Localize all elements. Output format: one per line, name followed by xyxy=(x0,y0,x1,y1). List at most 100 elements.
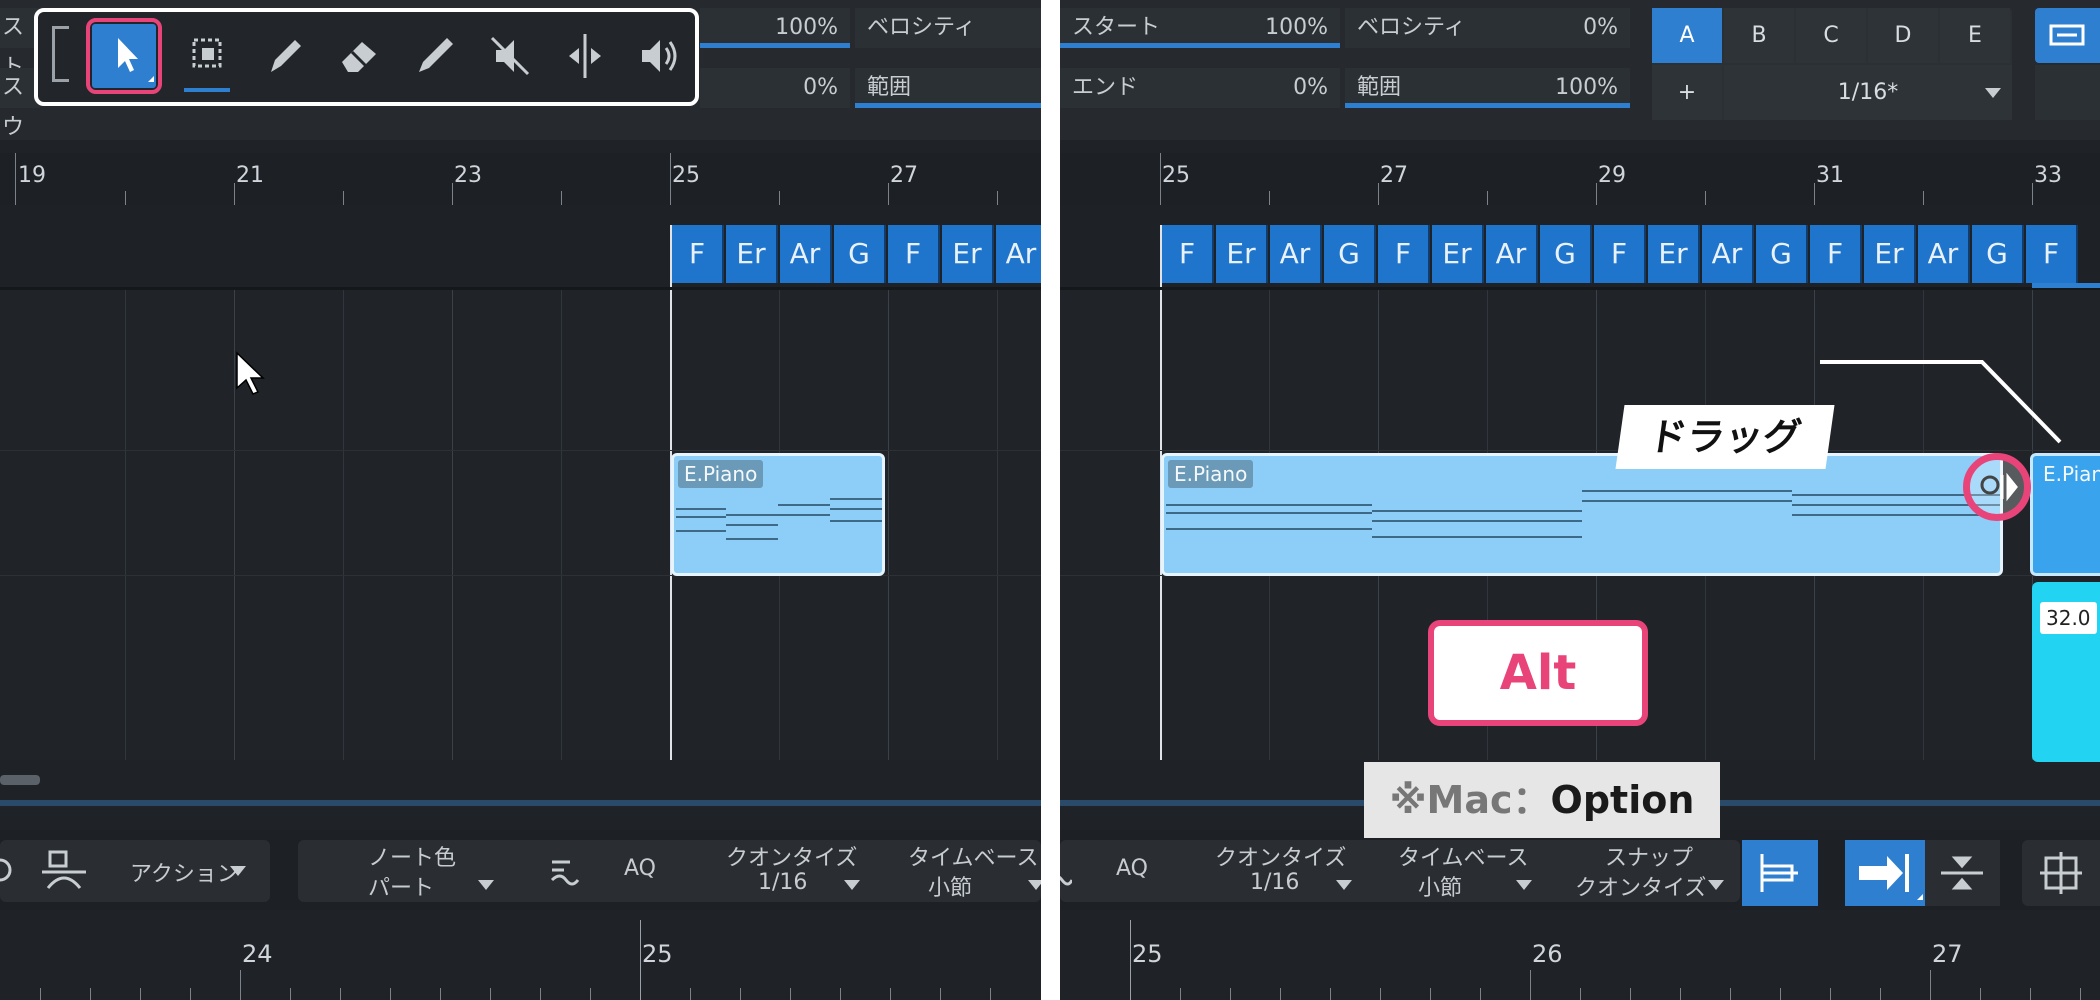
chord-selection-bar xyxy=(2032,283,2100,288)
preset-c-button[interactable]: C xyxy=(1796,8,1866,63)
quantize-value[interactable]: 1/16 xyxy=(758,870,807,895)
listen-tool-button[interactable] xyxy=(628,24,692,88)
grid-line xyxy=(125,290,126,760)
timeline-ruler[interactable]: 19 21 23 25 27 xyxy=(0,153,1041,206)
midi-note xyxy=(778,504,830,506)
range-field[interactable]: 範囲 100% xyxy=(1345,68,1630,108)
chord-block[interactable]: G xyxy=(1756,225,1808,283)
grid-line xyxy=(452,290,453,760)
chord-block[interactable]: Er xyxy=(1432,225,1484,283)
snap-events-button[interactable] xyxy=(1845,840,1925,906)
chord-block[interactable]: F xyxy=(2026,225,2078,283)
ruler-tick xyxy=(190,988,191,1000)
end-field[interactable]: エンド 0% xyxy=(1060,68,1340,108)
chord-block[interactable]: Er xyxy=(726,225,778,283)
humanize-icon[interactable] xyxy=(1060,854,1072,890)
swing-preset-group: A B C D E + 1/16* xyxy=(1652,8,2012,120)
chord-block[interactable]: G xyxy=(834,225,886,283)
horizontal-scrollbar[interactable] xyxy=(0,775,40,785)
chord-block[interactable]: F xyxy=(1162,225,1214,283)
audio-quantize-button[interactable]: AQ xyxy=(1116,856,1148,881)
arrow-tool-button[interactable] xyxy=(92,24,156,88)
piano-roll-ruler[interactable]: 25 26 27 xyxy=(1060,920,2100,1000)
fit-height-button[interactable] xyxy=(2035,65,2100,120)
chord-block[interactable]: F xyxy=(888,225,940,283)
chord-block[interactable]: Er xyxy=(1216,225,1268,283)
start-field[interactable]: スタート 100% xyxy=(1060,8,1340,48)
arrow-tool-icon xyxy=(118,38,154,82)
end-value-field[interactable]: 0% xyxy=(700,68,850,108)
chord-block[interactable]: F xyxy=(1810,225,1862,283)
transform-icon[interactable] xyxy=(40,848,88,894)
mac-note-prefix: ※Mac： xyxy=(1389,778,1551,822)
epiano-clip[interactable]: E.Piano xyxy=(671,453,885,576)
ruler-tick xyxy=(340,988,341,1000)
editor-toolbar: スタート 100% エンド 0% ベロシティ 0% 範囲 100% A B C … xyxy=(1060,0,2100,140)
chord-block[interactable]: G xyxy=(1540,225,1592,283)
piano-roll-ruler[interactable]: 24 25 xyxy=(0,920,1041,1000)
humanize-icon[interactable] xyxy=(548,854,582,890)
pencil-tool-icon xyxy=(271,40,301,72)
pencil-tool-button[interactable] xyxy=(253,24,317,88)
ruler-tick xyxy=(990,988,991,1000)
mute-tool-button[interactable] xyxy=(478,24,542,88)
start-value-field[interactable]: 100% xyxy=(700,8,850,48)
midi-note xyxy=(726,538,778,540)
preset-d-button[interactable]: D xyxy=(1868,8,1938,63)
preset-b-button[interactable]: B xyxy=(1724,8,1794,63)
velocity-field[interactable]: ベロシティ xyxy=(855,8,1041,48)
arrange-track-area[interactable]: E.Piano E.Pian 32.0 ドラッグ Alt xyxy=(1060,290,2100,762)
timeline-ruler[interactable]: 25 27 29 31 33 xyxy=(1060,153,2100,206)
action-group: アクション xyxy=(0,840,270,902)
chord-block[interactable]: Ar xyxy=(1486,225,1538,283)
chord-block[interactable]: F xyxy=(1594,225,1646,283)
range-field[interactable]: 範囲 xyxy=(855,68,1041,108)
eraser-tool-button[interactable] xyxy=(328,24,392,88)
ruler-bar-number: 21 xyxy=(236,163,264,188)
chord-block[interactable]: G xyxy=(1972,225,2024,283)
chord-block[interactable]: Ar xyxy=(1270,225,1322,283)
chord-block[interactable]: Er xyxy=(1648,225,1700,283)
chord-block[interactable]: Ar xyxy=(780,225,832,283)
ruler-tick xyxy=(1480,988,1481,1000)
paint-tool-button[interactable] xyxy=(403,24,467,88)
zoom-icon[interactable] xyxy=(0,852,18,890)
snap-value[interactable]: クオンタイズ xyxy=(1575,870,1706,902)
chevron-down-icon xyxy=(230,866,246,876)
timebase-value[interactable]: 小節 xyxy=(1418,870,1462,902)
chord-block[interactable]: F xyxy=(1378,225,1430,283)
range-tool-button[interactable] xyxy=(178,24,242,92)
ruler-tick xyxy=(440,988,441,1000)
mouse-cursor-icon xyxy=(236,351,265,395)
preset-a-button[interactable]: A xyxy=(1652,8,1722,63)
snap-to-grid-button[interactable] xyxy=(1742,840,1818,906)
timebase-value[interactable]: 小節 xyxy=(928,870,972,902)
range-bar xyxy=(1345,103,1630,108)
audio-quantize-button[interactable]: AQ xyxy=(624,856,656,881)
add-preset-button[interactable]: + xyxy=(1652,65,1722,120)
chord-block[interactable]: G xyxy=(1324,225,1376,283)
quantize-value[interactable]: 1/16 xyxy=(1250,870,1299,895)
fit-width-button[interactable] xyxy=(2035,8,2100,63)
ruler-tick xyxy=(1487,191,1488,205)
note-options-group: ノート色 パート AQ クオンタイズ 1/16 タイムベース 小節 xyxy=(298,840,1041,902)
arrange-track-area[interactable]: E.Piano xyxy=(0,290,1041,785)
eraser-tool-icon xyxy=(342,42,376,72)
chord-block[interactable]: Ar xyxy=(996,225,1041,283)
chord-block[interactable]: Er xyxy=(942,225,994,283)
grid-select[interactable]: 1/16* xyxy=(1724,65,2012,120)
note-color-value[interactable]: パート xyxy=(368,870,434,902)
chord-block[interactable]: F xyxy=(672,225,724,283)
ruler-tick xyxy=(940,988,941,1000)
split-tool-button[interactable] xyxy=(553,24,617,88)
panel-divider[interactable] xyxy=(0,800,1041,806)
chord-block[interactable]: Ar xyxy=(1702,225,1754,283)
chord-block[interactable]: Er xyxy=(1864,225,1916,283)
preset-e-button[interactable]: E xyxy=(1940,8,2010,63)
snap-option-button[interactable] xyxy=(1925,840,2000,906)
follow-button[interactable] xyxy=(2022,840,2100,906)
action-menu-label[interactable]: アクション xyxy=(130,856,239,888)
grid-value: 1/16* xyxy=(1837,80,1899,105)
velocity-field[interactable]: ベロシティ 0% xyxy=(1345,8,1630,48)
chord-block[interactable]: Ar xyxy=(1918,225,1970,283)
